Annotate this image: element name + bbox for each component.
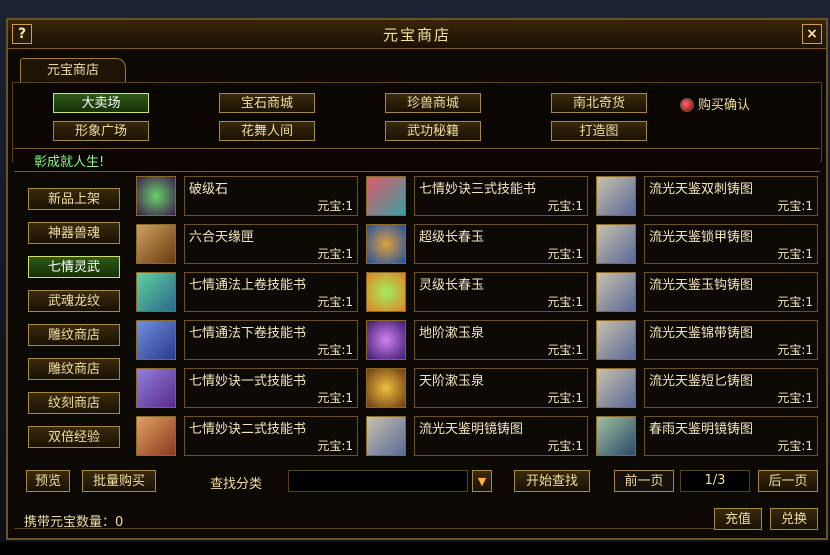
- prev-page-button[interactable]: 前一页: [614, 470, 674, 492]
- purchase-confirm-label: 购买确认: [698, 98, 751, 113]
- tab-yuanbao-shop[interactable]: 元宝商店: [20, 58, 126, 83]
- scroll-icon[interactable]: [596, 368, 636, 408]
- scroll-icon[interactable]: [596, 176, 636, 216]
- bulk-buy-button[interactable]: 批量购买: [82, 470, 156, 492]
- category-martial-arts[interactable]: 武功秘籍: [385, 121, 481, 141]
- window-title: 元宝商店: [382, 26, 451, 44]
- category-gem-shop[interactable]: 宝石商城: [219, 93, 315, 113]
- category-crafting-plans[interactable]: 打造图: [551, 121, 647, 141]
- scroll-icon[interactable]: [366, 416, 406, 456]
- currency-count: 携带元宝数量：0: [24, 515, 124, 530]
- preview-button[interactable]: 预览: [26, 470, 70, 492]
- search-category-input[interactable]: [288, 470, 468, 492]
- shop-item[interactable]: 灵级长春玉 元宝:1: [414, 272, 588, 312]
- sidebar-item-new-arrivals[interactable]: 新品上架: [28, 188, 120, 210]
- category-rare-goods[interactable]: 南北奇货: [551, 93, 647, 113]
- title-bar[interactable]: ? 元宝商店 ×: [8, 20, 826, 49]
- sidebar-item-seven-emotions[interactable]: 七情灵武: [28, 256, 120, 278]
- close-icon[interactable]: ×: [802, 24, 822, 44]
- skill-book-icon[interactable]: [366, 176, 406, 216]
- potion-icon[interactable]: [366, 368, 406, 408]
- shop-item[interactable]: 超级长春玉 元宝:1: [414, 224, 588, 264]
- sidebar-item-carving-shop-1[interactable]: 雕纹商店: [28, 324, 120, 346]
- sidebar-item-double-exp[interactable]: 双倍经验: [28, 426, 120, 448]
- sidebar-item-artifact-soul[interactable]: 神器兽魂: [28, 222, 120, 244]
- jade-icon[interactable]: [366, 224, 406, 264]
- shop-item[interactable]: 六合天缘匣 元宝:1: [184, 224, 358, 264]
- recharge-button[interactable]: 充值: [714, 508, 762, 530]
- shop-item[interactable]: 七情通法上卷技能书 元宝:1: [184, 272, 358, 312]
- shop-item[interactable]: 破级石 元宝:1: [184, 176, 358, 216]
- shop-window: ? 元宝商店 × 元宝商店 大卖场 宝石商城 珍兽商城 南北奇货 形象广场 花舞…: [6, 18, 828, 540]
- scroll-icon[interactable]: [596, 416, 636, 456]
- skill-book-icon[interactable]: [136, 320, 176, 360]
- search-category-label: 查找分类: [210, 477, 263, 492]
- shop-item[interactable]: 七情妙诀二式技能书 元宝:1: [184, 416, 358, 456]
- jade-icon[interactable]: [366, 272, 406, 312]
- category-image-plaza[interactable]: 形象广场: [53, 121, 149, 141]
- shop-item[interactable]: 春雨天鉴明镜铸图 元宝:1: [644, 416, 818, 456]
- shop-item[interactable]: 流光天鉴明镜铸图 元宝:1: [414, 416, 588, 456]
- shop-item[interactable]: 七情妙诀一式技能书 元宝:1: [184, 368, 358, 408]
- shop-item[interactable]: 流光天鉴锁甲铸图 元宝:1: [644, 224, 818, 264]
- shop-item[interactable]: 七情通法下卷技能书 元宝:1: [184, 320, 358, 360]
- chevron-down-icon[interactable]: ▼: [472, 470, 492, 492]
- category-big-market[interactable]: 大卖场: [53, 93, 149, 113]
- gem-icon[interactable]: [136, 176, 176, 216]
- shop-item[interactable]: 流光天鉴玉钩铸图 元宝:1: [644, 272, 818, 312]
- sidebar-item-carving-shop-2[interactable]: 雕纹商店: [28, 358, 120, 380]
- potion-icon[interactable]: [366, 320, 406, 360]
- shop-item[interactable]: 地阶漱玉泉 元宝:1: [414, 320, 588, 360]
- skill-book-icon[interactable]: [136, 272, 176, 312]
- skill-book-icon[interactable]: [136, 416, 176, 456]
- page-indicator: 1/3: [680, 470, 750, 492]
- purchase-confirm-radio[interactable]: [680, 98, 694, 112]
- next-page-button[interactable]: 后一页: [758, 470, 818, 492]
- shop-item[interactable]: 七情妙诀三式技能书 元宝:1: [414, 176, 588, 216]
- shop-item[interactable]: 流光天鉴短匕铸图 元宝:1: [644, 368, 818, 408]
- shop-item[interactable]: 流光天鉴锦带铸图 元宝:1: [644, 320, 818, 360]
- category-beast-shop[interactable]: 珍兽商城: [385, 93, 481, 113]
- shop-item[interactable]: 流光天鉴双刺铸图 元宝:1: [644, 176, 818, 216]
- sidebar-item-engraving-shop[interactable]: 纹刻商店: [28, 392, 120, 414]
- category-flower-dance[interactable]: 花舞人间: [219, 121, 315, 141]
- scroll-icon[interactable]: [596, 272, 636, 312]
- marquee-text: 彰成就人生!: [34, 155, 105, 170]
- scroll-icon[interactable]: [596, 320, 636, 360]
- exchange-button[interactable]: 兑换: [770, 508, 818, 530]
- sidebar-item-dragon-pattern[interactable]: 武魂龙纹: [28, 290, 120, 312]
- skill-book-icon[interactable]: [136, 368, 176, 408]
- shop-item[interactable]: 天阶漱玉泉 元宝:1: [414, 368, 588, 408]
- chest-icon[interactable]: [136, 224, 176, 264]
- announcement-marquee: 彰成就人生!: [14, 148, 820, 172]
- start-search-button[interactable]: 开始查找: [514, 470, 590, 492]
- scroll-icon[interactable]: [596, 224, 636, 264]
